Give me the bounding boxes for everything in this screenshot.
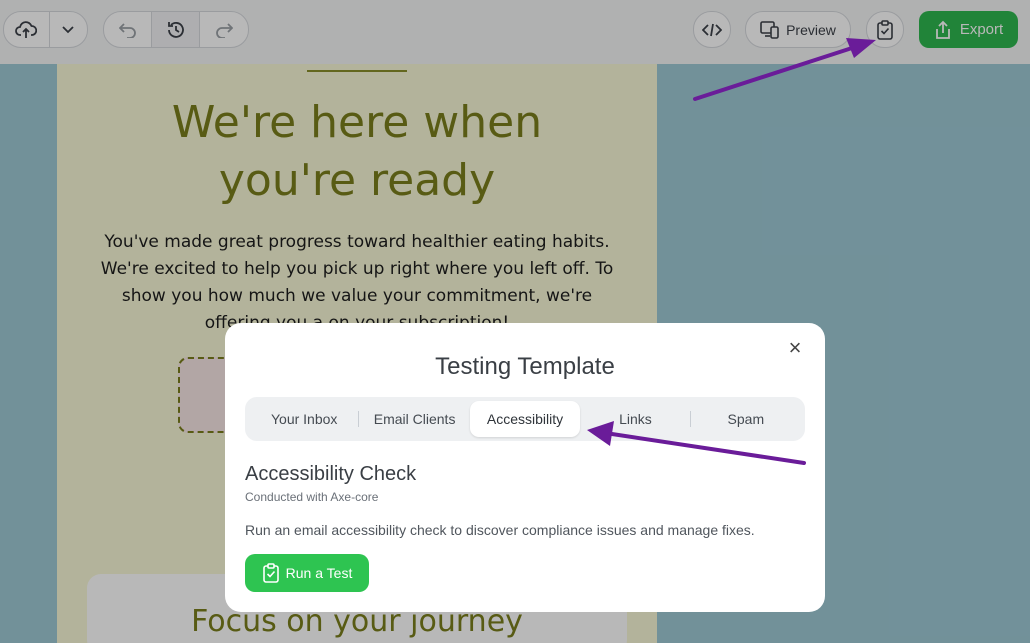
annotation-arrows: [587, 38, 876, 465]
arrow-to-testing-button: [693, 38, 876, 101]
arrow-to-accessibility-tab: [587, 421, 806, 465]
